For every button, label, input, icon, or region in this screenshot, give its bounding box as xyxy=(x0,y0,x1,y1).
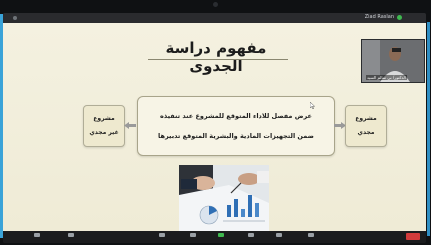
meeting-top-bar: Ziad Raslan xyxy=(3,13,426,23)
share-indicator-text[interactable]: Ziad Raslan xyxy=(365,14,394,20)
microphone-icon xyxy=(34,233,40,237)
mute-button[interactable] xyxy=(29,233,45,241)
arrow-left-icon xyxy=(124,122,136,129)
participants-button[interactable] xyxy=(151,233,173,241)
more-icon xyxy=(308,233,314,237)
box-feasible-line2: مجدي xyxy=(357,129,375,136)
title-underline xyxy=(148,59,288,60)
more-button[interactable] xyxy=(303,233,319,241)
box-not-feasible: مشروع غير مجدي xyxy=(83,105,125,147)
bezel-glow-right xyxy=(427,22,430,236)
monitor-camera xyxy=(213,2,218,7)
mouse-cursor-icon xyxy=(310,102,315,109)
info-icon[interactable] xyxy=(13,16,17,20)
share-screen-button[interactable] xyxy=(213,233,229,241)
camera-icon xyxy=(68,233,74,237)
share-screen-icon xyxy=(218,233,224,237)
box-not-feasible-line1: مشروع xyxy=(93,115,115,122)
video-button[interactable] xyxy=(63,233,79,241)
presentation-slide: مفهوم دراسة الجدوى مشروع غير مجدي عرض مف… xyxy=(3,23,426,231)
business-charts-photo xyxy=(179,165,269,231)
box-feasible: مشروع مجدي xyxy=(345,105,387,147)
definition-line1: عرض مفصل للاداء المتوقع للمشروع عند تنفي… xyxy=(160,112,312,120)
recording-indicator-icon xyxy=(397,15,402,20)
participants-icon xyxy=(159,233,165,237)
box-feasible-line1: مشروع xyxy=(355,115,377,122)
screen: Ziad Raslan مفهوم دراسة الجدوى مشروع غير… xyxy=(3,13,426,243)
presenter-name: الدكتور/ بي سالم السيد xyxy=(366,75,407,80)
monitor: Ziad Raslan مفهوم دراسة الجدوى مشروع غير… xyxy=(0,0,431,245)
chat-icon xyxy=(190,233,196,237)
presenter-webcam-tile[interactable]: الدكتور/ بي سالم السيد xyxy=(361,39,425,83)
reactions-button[interactable] xyxy=(271,233,287,241)
record-icon xyxy=(248,233,254,237)
reactions-icon xyxy=(276,233,282,237)
end-meeting-button[interactable] xyxy=(406,233,420,240)
box-not-feasible-line2: غير مجدي xyxy=(89,129,119,136)
record-button[interactable] xyxy=(243,233,259,241)
slide-title: مفهوم دراسة الجدوى xyxy=(165,39,267,75)
definition-line2: ضمن التجهيزات المادية والبشرية المتوقع ت… xyxy=(158,132,314,140)
definition-box: عرض مفصل للاداء المتوقع للمشروع عند تنفي… xyxy=(137,96,335,156)
chat-button[interactable] xyxy=(185,233,201,241)
meeting-toolbar xyxy=(3,231,426,243)
